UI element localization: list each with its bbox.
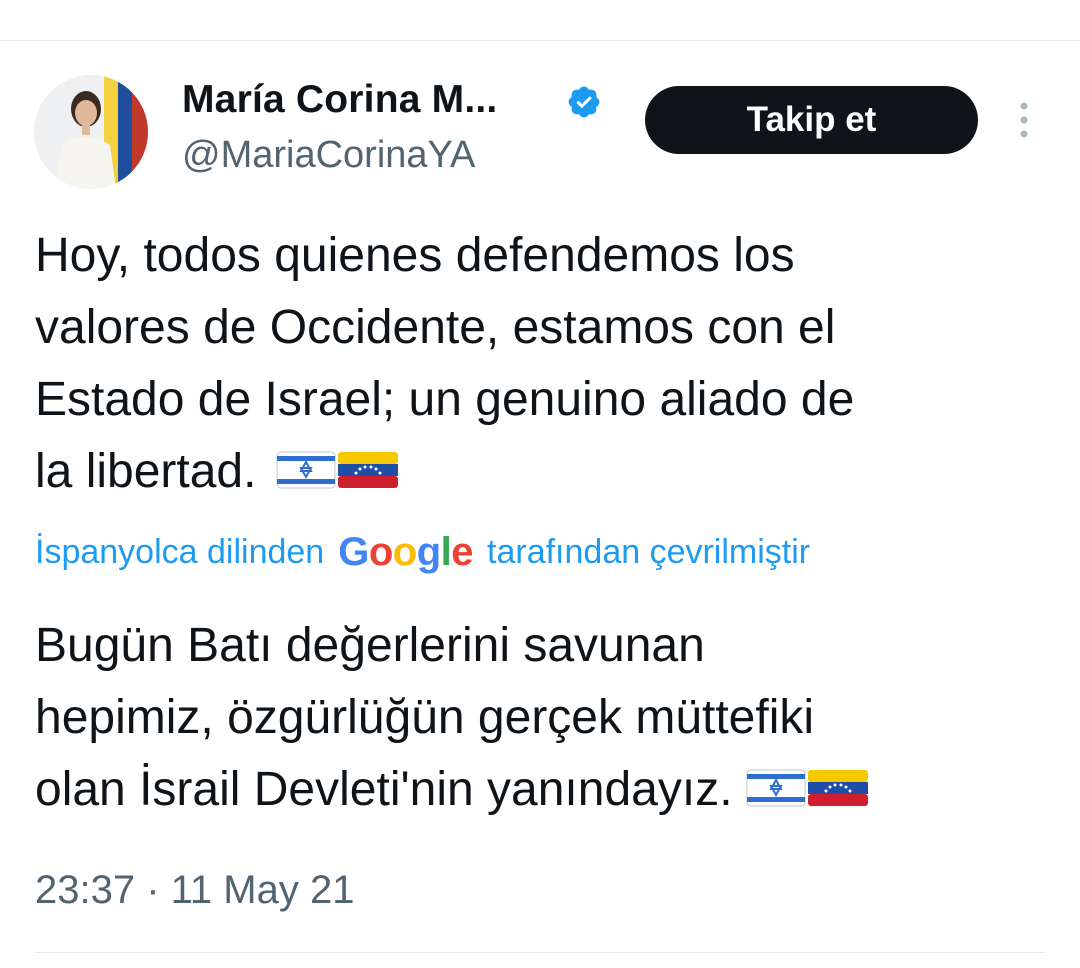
verified-badge-icon	[568, 86, 600, 118]
tweet-body: Hoy, todos quienes defendemos los valore…	[35, 229, 855, 498]
google-logo: Google	[338, 530, 474, 574]
follow-button[interactable]: Takip et	[645, 86, 978, 154]
venezuela-flag-icon	[807, 770, 868, 807]
tweet-text: Hoy, todos quienes defendemos los valore…	[35, 220, 1045, 508]
translation-attribution[interactable]: İspanyolca dilinden Google tarafından çe…	[35, 530, 810, 575]
translation-prefix: İspanyolca dilinden	[35, 533, 325, 571]
tweet-timestamp[interactable]: 23:37 · 11 May 21	[35, 868, 354, 913]
translated-body: Bugün Batı değerlerini savunan hepimiz, …	[35, 619, 815, 816]
more-vertical-icon[interactable]	[1008, 98, 1040, 142]
venezuela-flag-icon	[338, 452, 399, 489]
israel-flag-icon	[746, 769, 806, 808]
user-handle[interactable]: @MariaCorinaYA	[182, 134, 475, 177]
bottom-divider	[35, 952, 1045, 953]
israel-flag-icon	[276, 451, 337, 490]
translated-text: Bugün Batı değerlerini savunan hepimiz, …	[35, 610, 1045, 826]
avatar-image	[34, 75, 148, 189]
translation-suffix: tarafından çevrilmiştir	[487, 533, 811, 571]
display-name[interactable]: María Corina M...	[182, 78, 497, 122]
avatar[interactable]	[34, 75, 148, 189]
top-divider	[0, 40, 1080, 41]
